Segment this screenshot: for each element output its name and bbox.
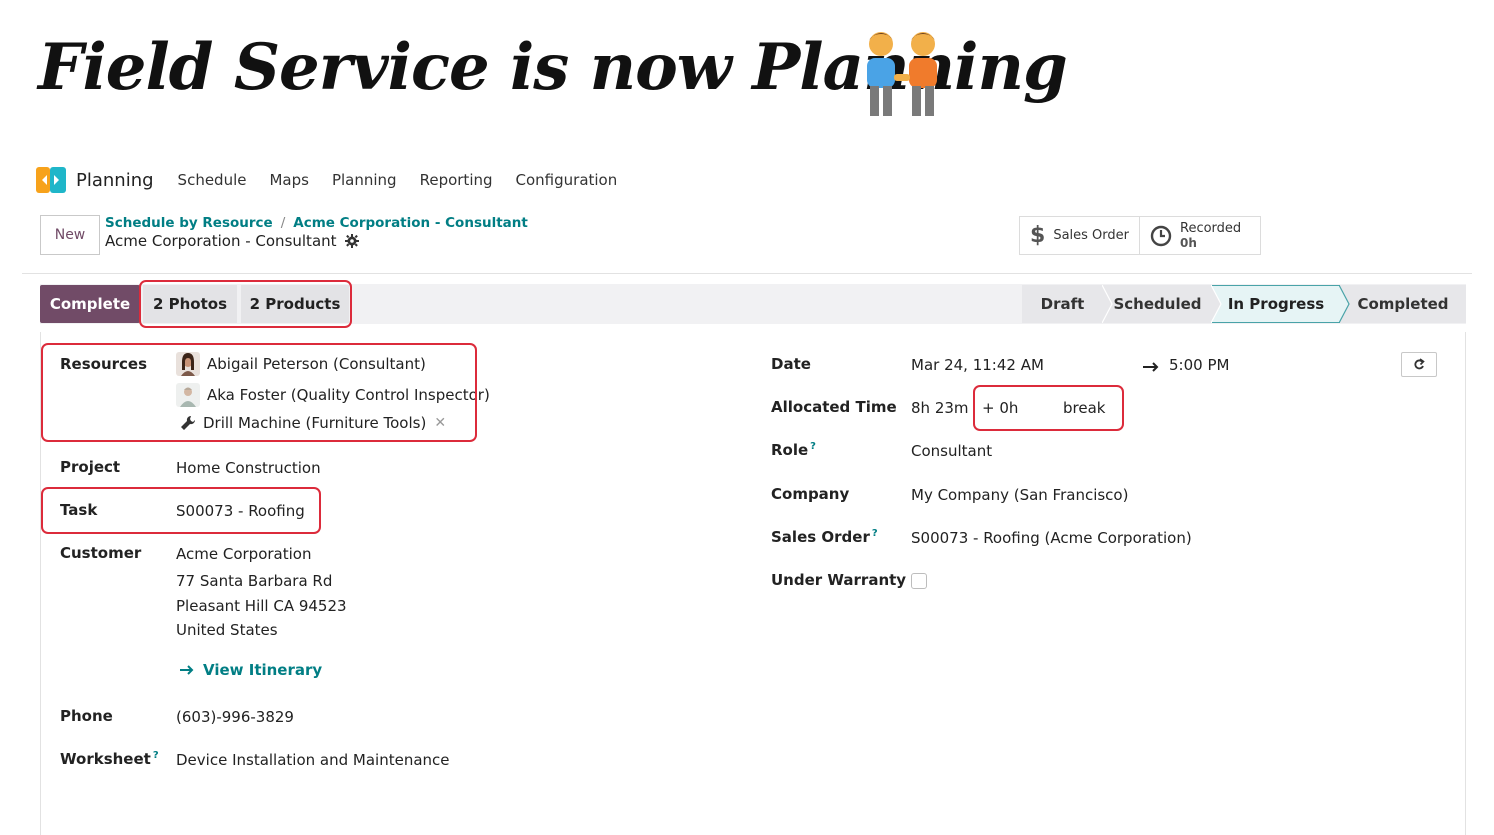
stage-scheduled-label: Scheduled bbox=[1113, 295, 1202, 313]
worksheet-value[interactable]: Device Installation and Maintenance bbox=[176, 751, 450, 769]
smart-buttons: $ Sales Order Recorded 0h bbox=[1019, 216, 1261, 255]
breadcrumb-schedule-by-resource[interactable]: Schedule by Resource bbox=[105, 215, 273, 231]
arrow-right-icon bbox=[1143, 362, 1159, 372]
project-value[interactable]: Home Construction bbox=[176, 459, 321, 477]
arrow-right-icon bbox=[180, 665, 194, 675]
nav-reporting[interactable]: Reporting bbox=[420, 171, 493, 189]
customer-name[interactable]: Acme Corporation bbox=[176, 545, 311, 563]
new-button[interactable]: New bbox=[40, 215, 100, 255]
allocated-time-value[interactable]: 8h 23m bbox=[911, 399, 969, 417]
under-warranty-label: Under Warranty bbox=[771, 571, 907, 589]
customer-city: Pleasant Hill CA 94523 bbox=[176, 597, 347, 615]
stage-completed[interactable]: Completed bbox=[1340, 285, 1466, 323]
stage-pipeline: Draft Scheduled In Progress Completed bbox=[1022, 285, 1466, 323]
phone-value[interactable]: (603)-996-3829 bbox=[176, 708, 294, 726]
phone-label: Phone bbox=[60, 707, 113, 725]
help-icon[interactable]: ? bbox=[153, 750, 159, 761]
stage-draft[interactable]: Draft bbox=[1022, 285, 1113, 323]
refresh-button[interactable] bbox=[1401, 352, 1437, 377]
sales-order-label-text: Sales Order bbox=[771, 528, 870, 546]
sales-order-smart-button[interactable]: $ Sales Order bbox=[1020, 217, 1139, 254]
refresh-icon bbox=[1414, 358, 1425, 370]
company-value[interactable]: My Company (San Francisco) bbox=[911, 486, 1128, 504]
help-icon[interactable]: ? bbox=[872, 528, 878, 539]
resource-drill[interactable]: Drill Machine (Furniture Tools) ✕ bbox=[180, 414, 446, 432]
help-icon[interactable]: ? bbox=[810, 441, 816, 452]
avatar bbox=[176, 383, 200, 407]
gear-icon[interactable] bbox=[344, 234, 359, 248]
control-panel: New Schedule by Resource / Acme Corporat… bbox=[40, 215, 528, 255]
resource-aka[interactable]: Aka Foster (Quality Control Inspector) bbox=[176, 383, 490, 407]
nav-configuration[interactable]: Configuration bbox=[516, 171, 618, 189]
stage-in-progress-label: In Progress bbox=[1227, 295, 1325, 313]
remove-resource-icon[interactable]: ✕ bbox=[434, 415, 446, 431]
nav-maps[interactable]: Maps bbox=[269, 171, 308, 189]
customer-label: Customer bbox=[60, 544, 142, 562]
recorded-value: 0h bbox=[1180, 235, 1197, 250]
view-itinerary-link[interactable]: View Itinerary bbox=[179, 661, 322, 679]
role-label-text: Role bbox=[771, 441, 809, 459]
breadcrumb-separator: / bbox=[280, 215, 286, 231]
resources-label: Resources bbox=[60, 355, 148, 373]
task-label: Task bbox=[60, 501, 98, 519]
date-label: Date bbox=[771, 355, 811, 373]
sales-order-label: Sales Order? bbox=[771, 528, 878, 546]
stage-in-progress[interactable]: In Progress bbox=[1212, 285, 1350, 323]
sales-order-value[interactable]: S00073 - Roofing (Acme Corporation) bbox=[911, 529, 1192, 547]
under-warranty-checkbox[interactable] bbox=[911, 573, 927, 589]
resource-label: Abigail Peterson (Consultant) bbox=[207, 355, 426, 373]
view-itinerary-label: View Itinerary bbox=[203, 661, 323, 679]
stage-separator bbox=[1102, 285, 1113, 323]
customer-country: United States bbox=[176, 621, 278, 639]
stage-separator bbox=[1211, 285, 1222, 323]
task-value[interactable]: S00073 - Roofing bbox=[176, 502, 305, 520]
complete-button[interactable]: Complete bbox=[40, 285, 140, 323]
breadcrumb-record[interactable]: Acme Corporation - Consultant bbox=[293, 215, 528, 231]
top-navbar: Planning Schedule Maps Planning Reportin… bbox=[36, 164, 640, 196]
photos-button[interactable]: 2 Photos bbox=[143, 285, 237, 323]
wrench-icon bbox=[181, 415, 196, 430]
sales-order-label: Sales Order bbox=[1053, 228, 1129, 243]
worksheet-label-text: Worksheet bbox=[60, 750, 151, 768]
role-value[interactable]: Consultant bbox=[911, 442, 992, 460]
break-label: break bbox=[1063, 399, 1106, 417]
planning-app-icon[interactable] bbox=[36, 167, 66, 193]
app-name[interactable]: Planning bbox=[76, 170, 154, 191]
recorded-smart-button[interactable]: Recorded 0h bbox=[1139, 217, 1260, 254]
people-holding-hands-icon bbox=[867, 32, 937, 116]
stage-draft-label: Draft bbox=[1040, 295, 1085, 313]
resource-label: Aka Foster (Quality Control Inspector) bbox=[207, 386, 490, 404]
stage-completed-label: Completed bbox=[1357, 295, 1449, 313]
dollar-icon: $ bbox=[1030, 223, 1046, 248]
nav-schedule[interactable]: Schedule bbox=[178, 171, 247, 189]
company-label: Company bbox=[771, 485, 850, 503]
role-label: Role? bbox=[771, 441, 816, 459]
worksheet-label: Worksheet? bbox=[60, 750, 159, 768]
divider bbox=[22, 273, 1472, 274]
project-label: Project bbox=[60, 458, 121, 476]
date-end[interactable]: 5:00 PM bbox=[1169, 356, 1229, 374]
date-start[interactable]: Mar 24, 11:42 AM bbox=[911, 356, 1044, 374]
customer-street: 77 Santa Barbara Rd bbox=[176, 572, 333, 590]
nav-planning[interactable]: Planning bbox=[332, 171, 397, 189]
stage-scheduled[interactable]: Scheduled bbox=[1103, 285, 1222, 323]
recorded-label: Recorded bbox=[1180, 220, 1242, 236]
allocated-time-label: Allocated Time bbox=[771, 398, 897, 416]
breadcrumb: Schedule by Resource / Acme Corporation … bbox=[105, 215, 528, 250]
stage-separator bbox=[1339, 285, 1350, 323]
resource-label: Drill Machine (Furniture Tools) bbox=[203, 414, 427, 432]
resource-abigail[interactable]: Abigail Peterson (Consultant) bbox=[176, 352, 426, 376]
avatar bbox=[176, 352, 200, 376]
record-name: Acme Corporation - Consultant bbox=[105, 232, 337, 250]
clock-icon bbox=[1150, 225, 1172, 246]
break-value[interactable]: + 0h bbox=[982, 399, 1018, 417]
products-button[interactable]: 2 Products bbox=[241, 285, 349, 323]
